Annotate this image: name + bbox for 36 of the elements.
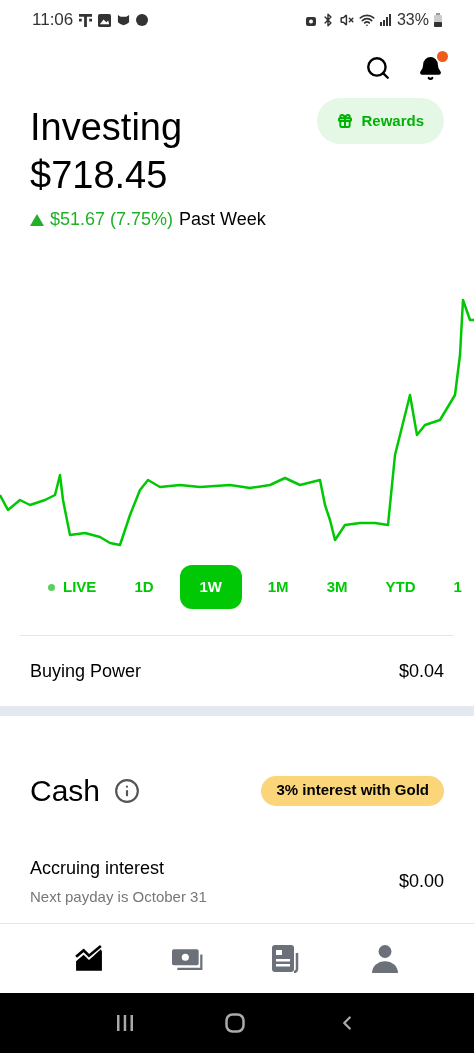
buying-power-label: Buying Power: [30, 659, 142, 683]
signal-icon: [379, 14, 392, 26]
range-tab[interactable]: 3M: [314, 565, 360, 609]
up-triangle-icon: [30, 213, 44, 226]
carrier-icon: [79, 12, 93, 28]
interest-value: $0.00: [398, 870, 444, 894]
payday-note: Next payday is October 31: [30, 887, 207, 907]
range-tab[interactable]: 1: [441, 565, 474, 609]
change-amount: $51.67 (7.75%): [50, 208, 174, 231]
interest-label: Accruing interest: [30, 857, 166, 880]
battery-icon: [434, 13, 442, 27]
buying-power-value: $0.04: [398, 659, 444, 683]
shield-icon: [117, 13, 131, 27]
range-tab[interactable]: LIVE: [36, 565, 109, 609]
search-button[interactable]: [364, 54, 392, 82]
info-icon[interactable]: [114, 777, 141, 804]
page-title: Investing: [30, 105, 184, 150]
range-tab[interactable]: 1D: [122, 565, 166, 609]
battery-percent: 33%: [396, 10, 429, 30]
range-tab[interactable]: YTD: [373, 565, 428, 609]
gift-icon: [337, 113, 354, 129]
status-time: 11:06: [32, 9, 74, 32]
rewards-button[interactable]: Rewards: [317, 98, 444, 144]
app-icon: [136, 14, 149, 26]
recent-apps-icon[interactable]: [115, 1014, 134, 1032]
range-tab[interactable]: 1M: [255, 565, 301, 609]
wifi-icon: [358, 12, 375, 28]
lock-icon: [305, 14, 316, 26]
range-tab[interactable]: 1W: [179, 565, 242, 609]
image-icon: [98, 13, 112, 27]
interest-promo-badge[interactable]: 3% interest with Gold: [261, 775, 444, 806]
mute-icon: [339, 13, 354, 27]
home-icon[interactable]: [225, 1013, 245, 1033]
cash-title: Cash: [30, 773, 101, 809]
portfolio-value: $718.45: [30, 153, 169, 198]
change-period: Past Week: [179, 208, 266, 231]
